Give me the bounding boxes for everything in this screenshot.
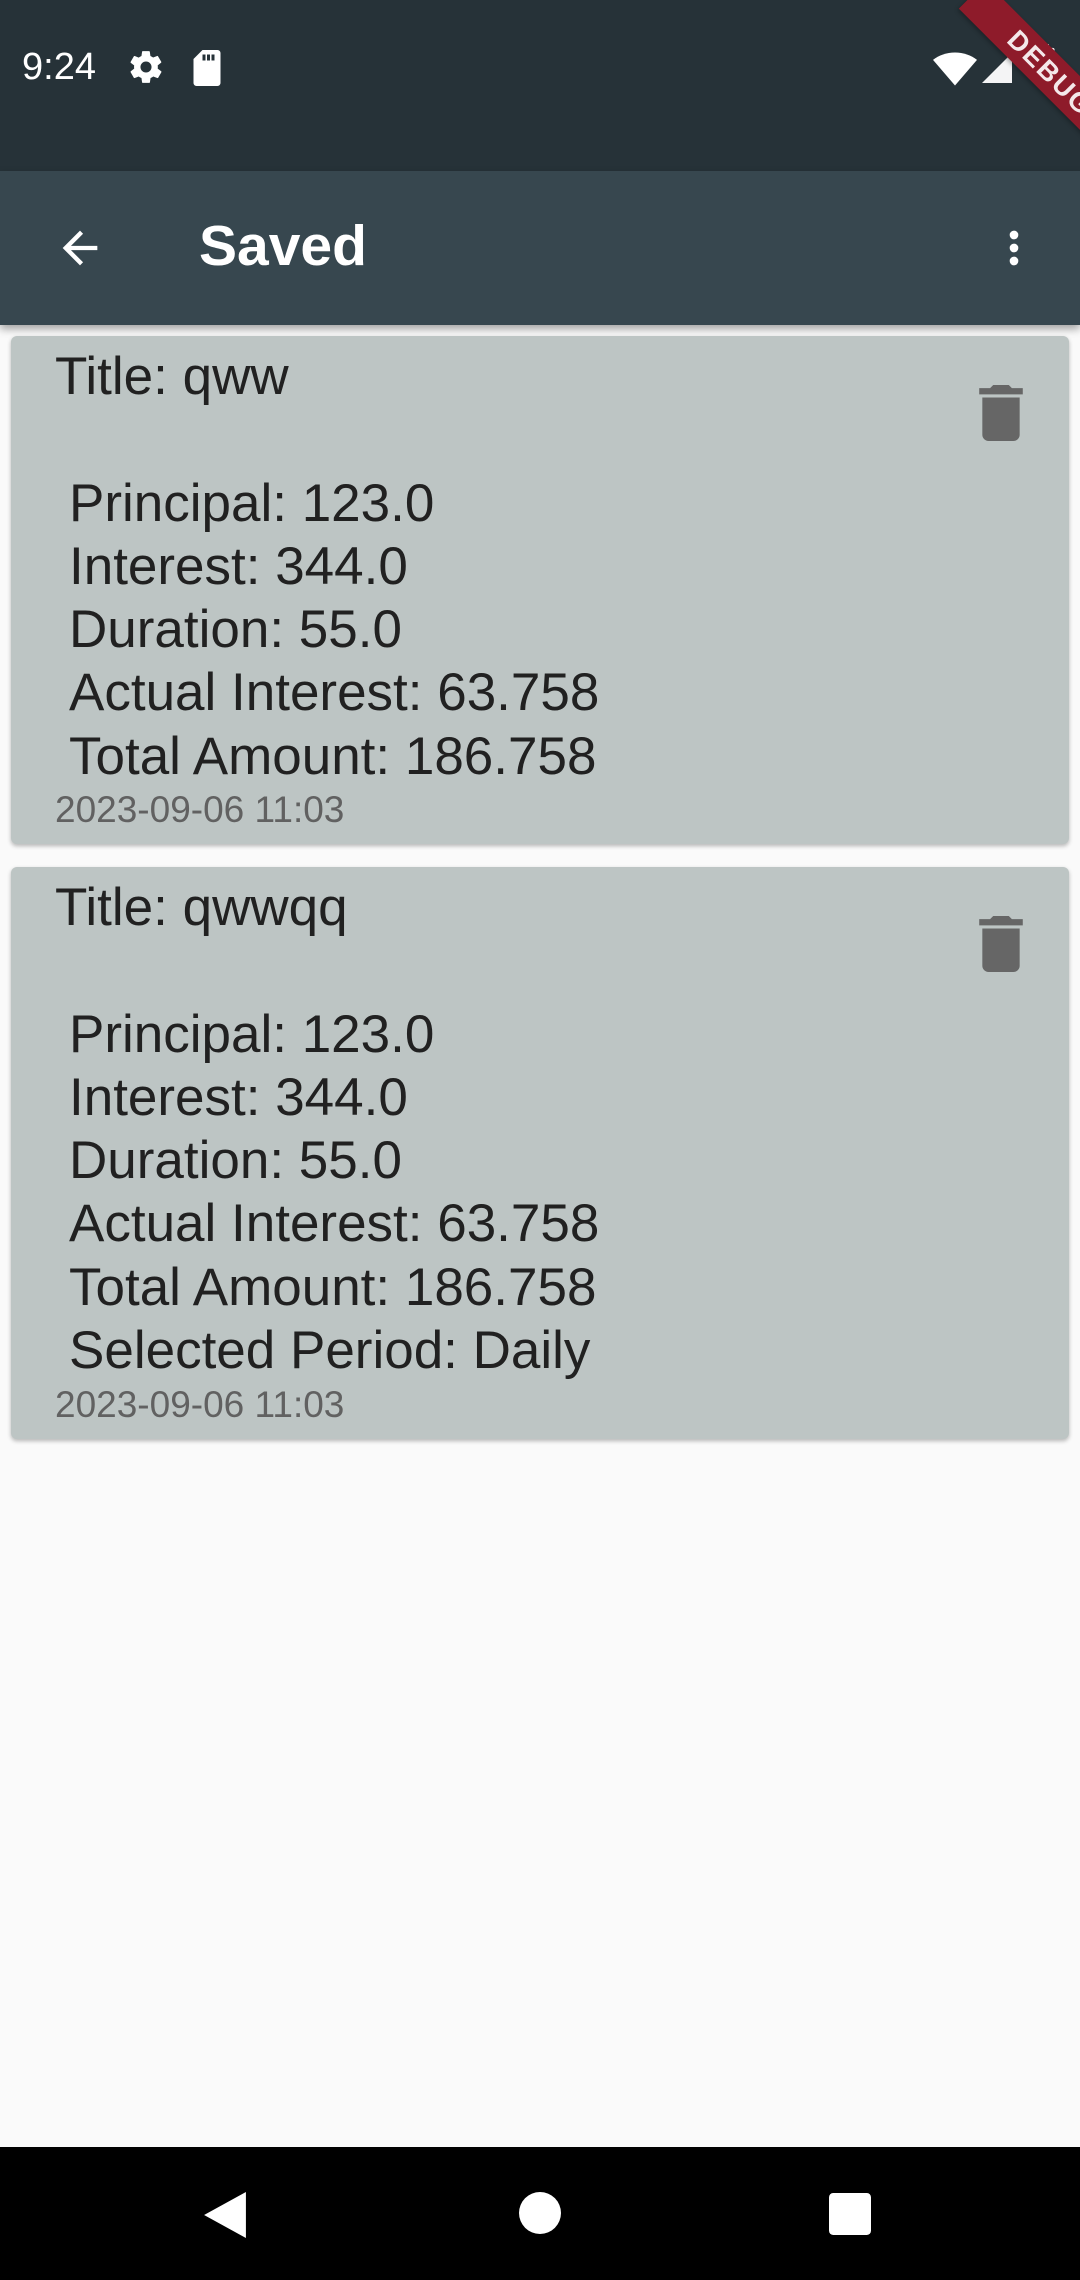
item-principal: Principal: 123.0: [69, 1005, 435, 1064]
delete-button[interactable]: [961, 373, 1041, 453]
item-interest: Interest: 344.0: [69, 537, 408, 596]
nav-home-button[interactable]: [519, 2192, 561, 2234]
back-button[interactable]: [40, 208, 120, 288]
status-bar: 9:24 DEBUG: [0, 0, 1080, 171]
nav-back-button[interactable]: [204, 2192, 246, 2238]
item-selected-period: Selected Period: Daily: [69, 1321, 591, 1380]
item-date: 2023-09-06 11:03: [55, 789, 345, 830]
debug-label: DEBUG: [958, 0, 1080, 160]
status-time: 9:24: [22, 46, 96, 88]
debug-banner: DEBUG: [920, 0, 1080, 160]
nav-recents-button[interactable]: [829, 2193, 871, 2235]
more-vert-icon: [1009, 230, 1019, 266]
item-duration: Duration: 55.0: [69, 600, 402, 659]
saved-item-card[interactable]: Title: qwwqq Principal: 123.0 Interest: …: [11, 867, 1069, 1439]
trash-icon: [979, 385, 1023, 441]
item-interest: Interest: 344.0: [69, 1068, 408, 1127]
item-total-amount: Total Amount: 186.758: [69, 727, 597, 786]
more-options-button[interactable]: [974, 208, 1054, 288]
settings-icon: [130, 51, 162, 83]
item-total-amount: Total Amount: 186.758: [69, 1258, 597, 1317]
arrow-back-icon: [62, 230, 98, 266]
item-date: 2023-09-06 11:03: [55, 1384, 345, 1425]
delete-button[interactable]: [961, 904, 1041, 984]
saved-item-card[interactable]: Title: qww Principal: 123.0 Interest: 34…: [11, 336, 1069, 844]
sd-card-icon: [193, 50, 221, 86]
item-title: Title: qww: [55, 347, 289, 406]
item-title: Title: qwwqq: [55, 878, 348, 937]
page-title: Saved: [199, 214, 367, 278]
item-principal: Principal: 123.0: [69, 474, 435, 533]
item-actual-interest: Actual Interest: 63.758: [69, 1194, 600, 1253]
item-duration: Duration: 55.0: [69, 1131, 402, 1190]
item-actual-interest: Actual Interest: 63.758: [69, 663, 600, 722]
trash-icon: [979, 916, 1023, 972]
app-bar: Saved: [0, 171, 1080, 325]
